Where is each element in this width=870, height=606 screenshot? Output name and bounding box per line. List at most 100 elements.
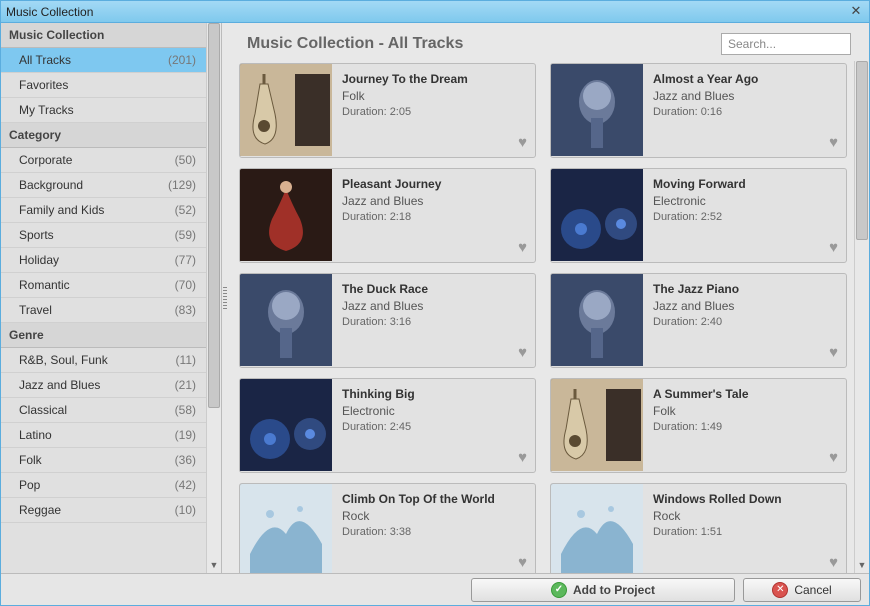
sidebar-item-count: (77) — [175, 253, 196, 267]
add-button-label: Add to Project — [573, 583, 655, 597]
sidebar-scrollbar[interactable]: ▲ ▼ — [206, 23, 221, 573]
sidebar-item[interactable]: Folk(36) — [1, 448, 206, 473]
window-title: Music Collection — [6, 5, 848, 19]
track-title: Thinking Big — [342, 387, 525, 401]
track-genre: Rock — [342, 509, 525, 523]
sidebar-item[interactable]: Family and Kids(52) — [1, 198, 206, 223]
scroll-down-icon[interactable]: ▼ — [855, 558, 869, 573]
track-card[interactable]: The Jazz PianoJazz and BluesDuration: 2:… — [550, 273, 847, 368]
sidebar-item-label: Reggae — [19, 503, 175, 517]
album-art — [240, 64, 332, 156]
sidebar-item-count: (52) — [175, 203, 196, 217]
track-duration: Duration: 2:18 — [342, 211, 525, 223]
album-art — [551, 64, 643, 156]
track-duration: Duration: 1:51 — [653, 526, 836, 538]
track-card[interactable]: Climb On Top Of the WorldRockDuration: 3… — [239, 483, 536, 573]
track-info: A Summer's TaleFolkDuration: 1:49 — [643, 379, 846, 472]
track-card[interactable]: Windows Rolled DownRockDuration: 1:51♥ — [550, 483, 847, 573]
main-scrollbar[interactable]: ▲ ▼ — [854, 61, 869, 573]
favorite-icon[interactable]: ♥ — [518, 134, 527, 151]
sidebar: Music CollectionAll Tracks(201)Favorites… — [1, 23, 222, 573]
favorite-icon[interactable]: ♥ — [829, 239, 838, 256]
sidebar-item[interactable]: Romantic(70) — [1, 273, 206, 298]
sidebar-item-count: (10) — [175, 503, 196, 517]
track-duration: Duration: 2:52 — [653, 211, 836, 223]
track-genre: Electronic — [653, 194, 836, 208]
sidebar-item[interactable]: Jazz and Blues(21) — [1, 373, 206, 398]
album-art — [551, 169, 643, 261]
main-panel: Music Collection - All Tracks Journey To… — [229, 23, 869, 573]
favorite-icon[interactable]: ♥ — [518, 239, 527, 256]
track-title: Pleasant Journey — [342, 177, 525, 191]
sidebar-item[interactable]: All Tracks(201) — [1, 48, 206, 73]
sidebar-item[interactable]: Background(129) — [1, 173, 206, 198]
track-duration: Duration: 1:49 — [653, 421, 836, 433]
track-duration: Duration: 2:05 — [342, 106, 525, 118]
favorite-icon[interactable]: ♥ — [829, 344, 838, 361]
sidebar-item-count: (19) — [175, 428, 196, 442]
close-icon[interactable]: ✕ — [848, 4, 864, 20]
sidebar-item-label: Romantic — [19, 278, 175, 292]
search-input[interactable] — [721, 33, 851, 55]
sidebar-item-count: (58) — [175, 403, 196, 417]
album-art — [551, 484, 643, 573]
track-genre: Electronic — [342, 404, 525, 418]
sidebar-item[interactable]: Travel(83) — [1, 298, 206, 323]
track-title: Moving Forward — [653, 177, 836, 191]
sidebar-item-label: Corporate — [19, 153, 175, 167]
track-duration: Duration: 3:16 — [342, 316, 525, 328]
sidebar-item-label: R&B, Soul, Funk — [19, 353, 176, 367]
sidebar-item[interactable]: Pop(42) — [1, 473, 206, 498]
favorite-icon[interactable]: ♥ — [829, 449, 838, 466]
favorite-icon[interactable]: ♥ — [518, 449, 527, 466]
track-card[interactable]: Pleasant JourneyJazz and BluesDuration: … — [239, 168, 536, 263]
sidebar-item[interactable]: R&B, Soul, Funk(11) — [1, 348, 206, 373]
sidebar-item-count: (21) — [175, 378, 196, 392]
sidebar-item-count: (129) — [168, 178, 196, 192]
track-card[interactable]: Thinking BigElectronicDuration: 2:45♥ — [239, 378, 536, 473]
track-card[interactable]: Almost a Year AgoJazz and BluesDuration:… — [550, 63, 847, 158]
track-card[interactable]: Moving Forward Electronic Duration: 2:52 ♥ — [550, 168, 847, 263]
favorite-icon[interactable]: ♥ — [829, 554, 838, 571]
sidebar-item[interactable]: Holiday(77) — [1, 248, 206, 273]
sidebar-item[interactable]: Reggae(10) — [1, 498, 206, 523]
track-duration: Duration: 3:38 — [342, 526, 525, 538]
sidebar-item-label: Travel — [19, 303, 175, 317]
sidebar-item[interactable]: Latino(19) — [1, 423, 206, 448]
main-scroll-thumb[interactable] — [856, 61, 868, 240]
sidebar-item[interactable]: Corporate(50) — [1, 148, 206, 173]
sidebar-item[interactable]: Favorites — [1, 73, 206, 98]
track-title: A Summer's Tale — [653, 387, 836, 401]
sidebar-item-label: Classical — [19, 403, 175, 417]
favorite-icon[interactable]: ♥ — [829, 134, 838, 151]
cancel-button-label: Cancel — [794, 583, 831, 597]
sidebar-scroll-thumb[interactable] — [208, 23, 220, 408]
track-info: Almost a Year AgoJazz and BluesDuration:… — [643, 64, 846, 157]
cancel-button[interactable]: ✕ Cancel — [743, 578, 861, 602]
album-art — [240, 274, 332, 366]
track-info: Journey To the DreamFolkDuration: 2:05 — [332, 64, 535, 157]
sidebar-item-label: Jazz and Blues — [19, 378, 175, 392]
album-art — [240, 379, 332, 471]
sidebar-item-label: Pop — [19, 478, 175, 492]
favorite-icon[interactable]: ♥ — [518, 344, 527, 361]
album-art — [551, 274, 643, 366]
splitter-handle[interactable] — [222, 23, 229, 573]
footer: ✓ Add to Project ✕ Cancel — [1, 573, 869, 605]
track-genre: Jazz and Blues — [342, 299, 525, 313]
track-card[interactable]: The Duck RaceJazz and BluesDuration: 3:1… — [239, 273, 536, 368]
sidebar-item[interactable]: Sports(59) — [1, 223, 206, 248]
check-icon: ✓ — [551, 582, 567, 598]
scroll-down-icon[interactable]: ▼ — [207, 558, 221, 573]
track-genre: Jazz and Blues — [653, 89, 836, 103]
track-title: Almost a Year Ago — [653, 72, 836, 86]
sidebar-item-label: All Tracks — [19, 53, 168, 67]
track-card[interactable]: Journey To the DreamFolkDuration: 2:05♥ — [239, 63, 536, 158]
album-art — [240, 169, 332, 261]
sidebar-item[interactable]: My Tracks — [1, 98, 206, 123]
sidebar-item[interactable]: Classical(58) — [1, 398, 206, 423]
sidebar-item-label: Favorites — [19, 78, 196, 92]
add-to-project-button[interactable]: ✓ Add to Project — [471, 578, 735, 602]
favorite-icon[interactable]: ♥ — [518, 554, 527, 571]
track-card[interactable]: A Summer's TaleFolkDuration: 1:49♥ — [550, 378, 847, 473]
